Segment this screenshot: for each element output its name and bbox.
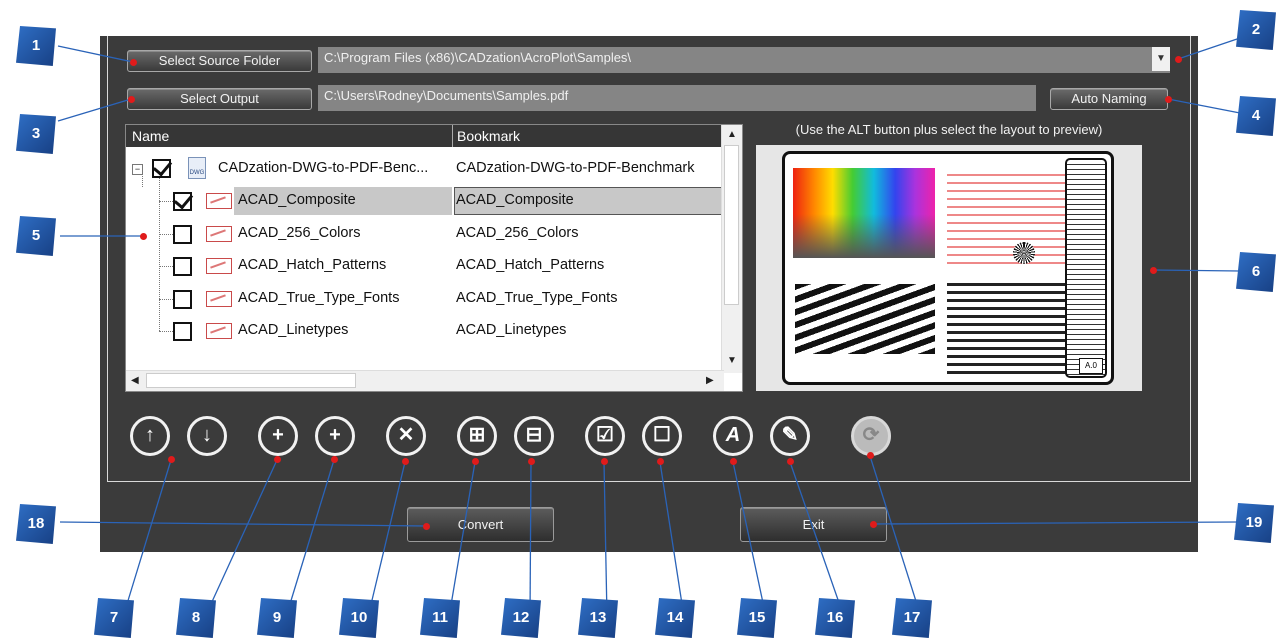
callout-dot bbox=[130, 59, 137, 66]
callout-5: 5 bbox=[16, 216, 56, 256]
callout-lines bbox=[57, 37, 1241, 618]
callout-dot bbox=[423, 523, 430, 530]
callout-dot bbox=[402, 458, 409, 465]
callout-dot bbox=[168, 456, 175, 463]
callout-13: 13 bbox=[578, 598, 618, 638]
callout-dot bbox=[128, 96, 135, 103]
callout-dot bbox=[1165, 96, 1172, 103]
callout-12: 12 bbox=[501, 598, 541, 638]
callout-15: 15 bbox=[737, 598, 777, 638]
callout-16: 16 bbox=[815, 598, 855, 638]
callout-3: 3 bbox=[16, 114, 56, 154]
callout-14: 14 bbox=[655, 598, 695, 638]
callout-dot bbox=[657, 458, 664, 465]
callout-dot bbox=[274, 456, 281, 463]
callout-dot bbox=[472, 458, 479, 465]
callout-dot bbox=[730, 458, 737, 465]
callout-dot bbox=[528, 458, 535, 465]
callout-9: 9 bbox=[257, 598, 297, 638]
callout-17: 17 bbox=[892, 598, 932, 638]
callout-dot bbox=[870, 521, 877, 528]
callout-1: 1 bbox=[16, 26, 56, 66]
callout-8: 8 bbox=[176, 598, 216, 638]
callout-4: 4 bbox=[1236, 96, 1276, 136]
callout-dot bbox=[867, 452, 874, 459]
callout-dot bbox=[140, 233, 147, 240]
callout-6: 6 bbox=[1236, 252, 1276, 292]
callout-dot bbox=[601, 458, 608, 465]
callout-dot bbox=[331, 456, 338, 463]
callout-10: 10 bbox=[339, 598, 379, 638]
callout-dot bbox=[787, 458, 794, 465]
callout-11: 11 bbox=[420, 598, 460, 638]
callout-18: 18 bbox=[16, 504, 56, 544]
callout-dot bbox=[1175, 56, 1182, 63]
callout-7: 7 bbox=[94, 598, 134, 638]
callout-19: 19 bbox=[1234, 503, 1274, 543]
callout-dot bbox=[1150, 267, 1157, 274]
callout-2: 2 bbox=[1236, 10, 1276, 50]
